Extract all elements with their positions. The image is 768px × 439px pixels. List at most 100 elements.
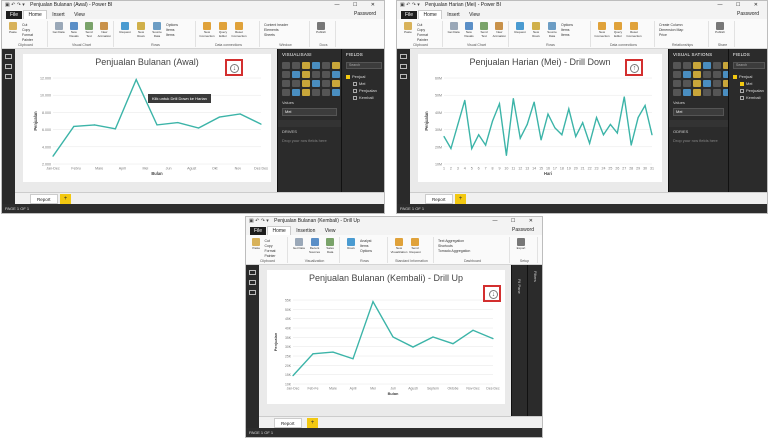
format-painter-button[interactable]: Format Painter	[22, 33, 45, 43]
publish-button[interactable]: Publish	[713, 22, 727, 34]
filters-pane-collapsed[interactable]: Filters	[527, 265, 542, 416]
publish-icon	[716, 22, 724, 30]
paste-button[interactable]: Paste	[6, 22, 20, 43]
quick-access-icons[interactable]: ▣ ↶ ↷ ▾	[249, 218, 269, 224]
quick-access-icons[interactable]: ▣ ↶ ↷ ▾	[5, 2, 25, 8]
user-label[interactable]: Password	[733, 10, 763, 19]
model-view-icon[interactable]	[5, 74, 12, 79]
get-data-button[interactable]: Get Data	[292, 238, 306, 254]
get-data-button[interactable]: Get Data	[52, 22, 65, 38]
fields-search-input[interactable]: Search	[733, 62, 765, 69]
new-rows-button[interactable]: New Rows	[529, 22, 543, 38]
add-page-button[interactable]: +	[60, 194, 71, 204]
visual-type-grid[interactable]	[669, 60, 731, 98]
items-button-2[interactable]: Items	[166, 33, 178, 38]
visual-type-grid[interactable]	[278, 60, 341, 98]
add-page-button[interactable]: +	[307, 418, 318, 428]
field-item[interactable]: Kembali	[733, 94, 765, 101]
field-item[interactable]: Penjualan	[733, 87, 765, 94]
sales-data-button[interactable]: Sales Data	[323, 238, 337, 254]
values-field[interactable]: Mei	[282, 108, 337, 116]
database-icon	[294, 238, 303, 246]
tornado-aggregation-button[interactable]: Tornado Aggregation	[438, 249, 470, 254]
recent-sources-button[interactable]: Recent Sources	[308, 238, 322, 254]
send-request-button[interactable]: Send Request	[408, 238, 422, 254]
page-tab-report[interactable]: Report	[30, 194, 58, 204]
paste-button[interactable]: Paste	[401, 22, 415, 43]
line-chart-visual[interactable]: Penjualan Bulanan (Kembali) - Drill Up 5…	[267, 270, 505, 404]
send-text-button[interactable]: Send Text	[82, 22, 95, 38]
fields-tree: Penjual Mei Penjualan Kembali	[342, 71, 384, 103]
y-axis-label: Penjualan	[273, 332, 278, 351]
request-button[interactable]: Request	[118, 22, 132, 38]
sheets-button[interactable]: Sheets	[264, 33, 288, 38]
model-view-icon[interactable]	[400, 74, 407, 79]
data-view-icon[interactable]	[249, 280, 256, 285]
fields-pane-title: FIELDS	[733, 52, 750, 57]
model-view-icon[interactable]	[249, 290, 256, 295]
visualizations-pane-collapsed[interactable]: Fil Pane	[511, 265, 527, 416]
report-view-icon[interactable]	[5, 54, 12, 59]
line-chart-visual[interactable]: Penjualan Bulanan (Awal) 12.000 10.000 8.0…	[23, 54, 271, 182]
request-button[interactable]: Request	[513, 22, 527, 38]
reset-connection-button[interactable]: Reset Connection	[626, 22, 642, 38]
x-tick-label: Agusti	[408, 386, 418, 390]
page-tab-report[interactable]: Report	[274, 418, 302, 428]
line-chart-visual[interactable]: Penjualan Harian (Mei) - Drill Down 60M 5…	[418, 54, 662, 182]
report-canvas: Penjualan Bulanan (Kembali) - Drill Up 5…	[259, 265, 511, 416]
data-point	[595, 116, 598, 119]
source-data-button[interactable]: Source Data	[150, 22, 164, 38]
group-label: Setup	[519, 259, 530, 263]
new-animation-button[interactable]: New Animation	[98, 22, 111, 38]
table-node[interactable]: Penjual	[346, 73, 382, 80]
new-connection-button[interactable]: New Connection	[594, 22, 610, 38]
data-view-icon[interactable]	[5, 64, 12, 69]
add-page-button[interactable]: +	[455, 194, 466, 204]
new-visuals-button[interactable]: New Visuals	[462, 22, 475, 38]
options-button[interactable]: Options	[360, 249, 372, 254]
report-view-icon[interactable]	[249, 270, 256, 275]
window-controls[interactable]: — ☐ ✕	[718, 1, 764, 10]
format-painter-button[interactable]: Format Painter	[264, 249, 285, 259]
source-data-button[interactable]: Source Data	[545, 22, 559, 38]
paste-button[interactable]: Paste	[250, 238, 262, 259]
publish-button[interactable]: Publish	[314, 22, 328, 34]
reset-connection-button[interactable]: Reset Connection	[231, 22, 247, 38]
field-item[interactable]: Mei	[733, 80, 765, 87]
new-animation-button[interactable]: New Animation	[493, 22, 506, 38]
x-axis-label: Hari	[544, 171, 552, 176]
new-visuals-button[interactable]: New Visuals	[67, 22, 80, 38]
field-item[interactable]: Kembali	[346, 94, 382, 101]
quick-access-icons[interactable]: ▣ ↶ ↷ ▾	[400, 2, 420, 8]
send-text-button[interactable]: Send Text	[477, 22, 490, 38]
data-view-icon[interactable]	[400, 64, 407, 69]
y-tick-label: 12.000	[40, 77, 51, 81]
field-item[interactable]: Penjualan	[346, 87, 382, 94]
user-label[interactable]: Password	[350, 10, 380, 19]
query-editor-button[interactable]: Query Editor	[611, 22, 625, 38]
query-editor-button[interactable]: Query Editor	[216, 22, 230, 38]
user-label[interactable]: Password	[508, 226, 538, 235]
fields-search-input[interactable]: Search	[346, 62, 382, 69]
get-data-button[interactable]: Get Data	[447, 22, 460, 38]
field-item[interactable]: Mei	[346, 80, 382, 87]
new-rows-button[interactable]: New Rows	[134, 22, 148, 38]
export-button[interactable]: Export	[514, 238, 528, 250]
items-button-2[interactable]: Items	[561, 33, 573, 38]
x-tick-label: 15	[539, 167, 543, 171]
page-tab-report[interactable]: Report	[425, 194, 453, 204]
price-button[interactable]: Price	[659, 33, 683, 38]
x-tick-label: 28	[629, 167, 633, 171]
screenshot-monthly-initial: ▣ ↶ ↷ ▾ Penjualan Bulanan (Awal) - Power…	[1, 0, 385, 214]
format-painter-button[interactable]: Format Painter	[417, 33, 440, 43]
rows-button[interactable]: Rows	[344, 238, 358, 254]
values-field[interactable]: Mei	[673, 108, 724, 116]
window-controls[interactable]: — ☐ ✕	[335, 1, 381, 10]
values-label: Values	[282, 100, 294, 105]
report-view-icon[interactable]	[400, 54, 407, 59]
table-node[interactable]: Penjual	[733, 73, 765, 80]
new-visualization-button[interactable]: New Visualization	[391, 238, 407, 254]
window-controls[interactable]: — ☐ ✕	[493, 217, 539, 226]
x-tick-label: 30	[643, 167, 647, 171]
new-connection-button[interactable]: New Connection	[199, 22, 215, 38]
